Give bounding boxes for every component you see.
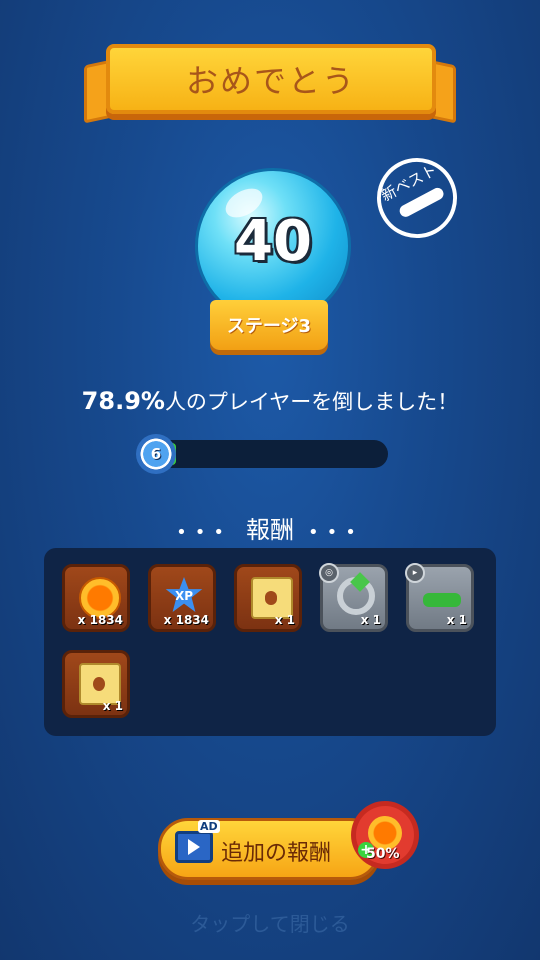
reward-qty: x 1 xyxy=(360,613,381,627)
page-title: おめでとう xyxy=(185,62,356,100)
extra-reward-ad-button[interactable]: AD 追加の報酬 xyxy=(158,818,380,880)
trap-badge-icon: ▸ xyxy=(405,563,425,583)
reward-item-xp[interactable]: XP x 1834 xyxy=(148,564,216,632)
reward-item-trap[interactable]: ▸ x 1 xyxy=(405,563,474,632)
banner-body: おめでとう xyxy=(106,44,436,114)
rewards-panel: x 1834 XP x 1834 x 1 ◎ x 1 ▸ x 1 x 1 xyxy=(44,548,496,736)
result-message: 人のプレイヤーを倒しました！ xyxy=(164,390,459,414)
ad-tag: AD xyxy=(198,820,220,833)
extra-reward-label: 追加の報酬 xyxy=(221,841,332,866)
dots-right: ••• xyxy=(308,522,364,543)
play-icon xyxy=(188,839,200,855)
xp-star-icon: XP xyxy=(165,577,203,612)
rewards-title: 報酬 xyxy=(246,516,294,544)
title-banner: おめでとう xyxy=(84,44,456,132)
xp-progress-bar xyxy=(140,440,388,468)
trap-icon xyxy=(423,593,461,607)
score-value: 40 xyxy=(234,209,312,274)
dots-left: ••• xyxy=(176,522,232,543)
stage-pedestal: ステージ3 xyxy=(210,300,328,350)
reward-qty: x 1834 xyxy=(163,613,209,627)
xp-label: XP xyxy=(174,589,194,603)
reward-item-ring[interactable]: ◎ x 1 xyxy=(319,563,388,632)
level-badge: 6 xyxy=(136,434,176,474)
reward-item-scroll-key[interactable]: x 1 xyxy=(62,650,130,718)
reward-qty: x 1 xyxy=(102,699,123,713)
result-text: 78.9%人のプレイヤーを倒しました！ xyxy=(0,386,540,416)
new-best-stamp: 新ベスト xyxy=(362,143,472,253)
bonus-coin-icon xyxy=(368,816,402,850)
reward-item-coins[interactable]: x 1834 xyxy=(62,564,130,632)
reward-item-scroll[interactable]: x 1 xyxy=(234,564,302,632)
rewards-heading: ••• 報酬 ••• xyxy=(0,510,540,545)
ring-badge-icon: ◎ xyxy=(319,563,339,583)
level-number: 6 xyxy=(150,445,162,463)
tap-to-close[interactable]: タップして閉じる xyxy=(0,908,540,937)
reward-qty: x 1 xyxy=(274,613,295,627)
result-percent: 78.9% xyxy=(81,387,165,415)
video-ad-icon: AD xyxy=(175,820,220,863)
reward-qty: x 1 xyxy=(446,613,467,627)
bonus-badge: + 50% xyxy=(356,806,414,864)
ring-icon xyxy=(337,572,375,615)
reward-qty: x 1834 xyxy=(77,613,123,627)
bonus-percent: 50% xyxy=(366,846,400,862)
stage-label: ステージ3 xyxy=(226,316,312,337)
